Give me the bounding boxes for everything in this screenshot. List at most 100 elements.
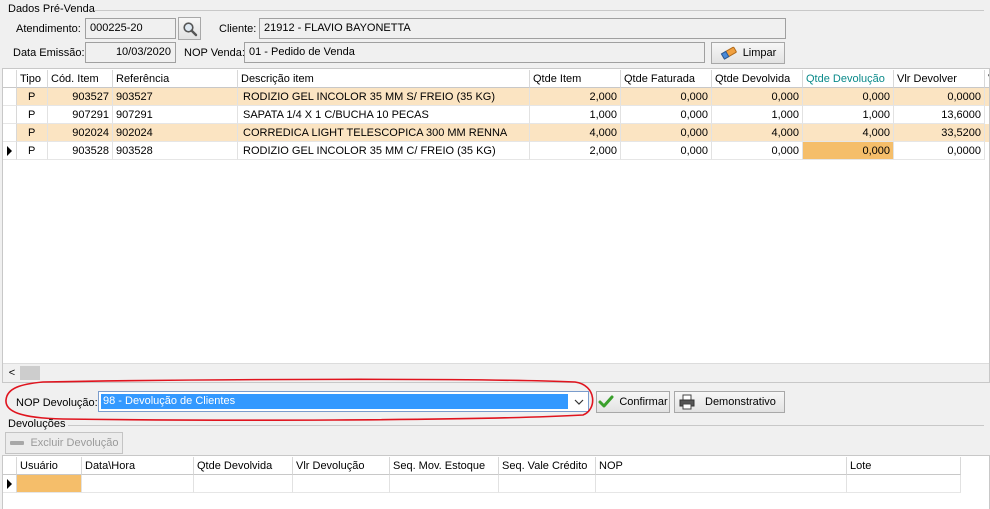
data-emissao-field[interactable]: 10/03/2020 (85, 42, 176, 63)
col-cod-item[interactable]: Cód. Item (48, 70, 113, 88)
col-qtde-devolvida[interactable]: Qtde Devolvida (194, 457, 293, 475)
cell-qtde-devolucao[interactable]: 0,000 (803, 88, 894, 106)
nop-venda-field[interactable]: 01 - Pedido de Venda (244, 42, 705, 63)
excluir-devolucao-label: Excluir Devolução (30, 437, 119, 449)
col-v[interactable]: V (985, 70, 989, 88)
search-icon (182, 21, 198, 37)
cell-qtde-devolvida[interactable]: 4,000 (712, 124, 803, 142)
row-indicator (3, 142, 17, 160)
cell-tipo[interactable]: P (17, 106, 48, 124)
table-row[interactable]: P 902024 902024 CORREDICA LIGHT TELESCOP… (3, 124, 989, 142)
cell-qtde-devolvida[interactable]: 1,000 (712, 106, 803, 124)
cliente-label: Cliente: (219, 23, 257, 35)
col-data-hora[interactable]: Data\Hora (82, 457, 194, 475)
table-row-empty[interactable] (3, 475, 989, 493)
col-descricao[interactable]: Descrição item (238, 70, 530, 88)
cell-descricao[interactable]: SAPATA 1/4 X 1 C/BUCHA 10 PECAS (238, 106, 530, 124)
col-lote[interactable]: Lote (847, 457, 961, 475)
cell-vlr-devolver[interactable]: 13,6000 (894, 106, 985, 124)
cell-qtde-faturada[interactable]: 0,000 (621, 106, 712, 124)
cell-descricao[interactable]: RODIZIO GEL INCOLOR 35 MM C/ FREIO (35 K… (238, 142, 530, 160)
limpar-label: Limpar (742, 47, 777, 59)
demonstrativo-label: Demonstrativo (705, 396, 776, 408)
data-emissao-label: Data Emissão: (13, 47, 85, 59)
cell-qtde-devolucao[interactable]: 4,000 (803, 124, 894, 142)
confirmar-button[interactable]: Confirmar (596, 391, 670, 413)
dados-group-divider (94, 10, 984, 11)
cell-lote[interactable] (847, 475, 961, 493)
cell-cod-item[interactable]: 903527 (48, 88, 113, 106)
itens-grid[interactable]: Tipo Cód. Item Referência Descrição item… (2, 68, 990, 383)
annotation-circle (5, 378, 594, 421)
cell-tipo[interactable]: P (17, 124, 48, 142)
cell-nop[interactable] (596, 475, 847, 493)
row-indicator (3, 106, 17, 124)
cell-vlr-devolver[interactable]: 0,0000 (894, 142, 985, 160)
cell-qtde-devolucao[interactable]: 1,000 (803, 106, 894, 124)
cell-cod-item[interactable]: 903528 (48, 142, 113, 160)
printer-icon (679, 394, 695, 410)
atendimento-field[interactable]: 000225-20 (85, 18, 176, 39)
atendimento-label: Atendimento: (16, 23, 81, 35)
row-indicator (3, 124, 17, 142)
cell-data-hora[interactable] (82, 475, 194, 493)
cell-cod-item[interactable]: 902024 (48, 124, 113, 142)
cliente-field[interactable]: 21912 - FLAVIO BAYONETTA (259, 18, 786, 39)
cell-qtde-devolvida[interactable] (194, 475, 293, 493)
cell-tipo[interactable]: P (17, 142, 48, 160)
cell-usuario-focused[interactable] (17, 475, 82, 493)
cell-qtde-item[interactable]: 2,000 (530, 142, 621, 160)
col-referencia[interactable]: Referência (113, 70, 238, 88)
col-qtde-faturada[interactable]: Qtde Faturada (621, 70, 712, 88)
col-seq-mov-estoque[interactable]: Seq. Mov. Estoque (390, 457, 499, 475)
col-qtde-devolucao[interactable]: Qtde Devolução (803, 70, 894, 88)
cell-vlr-devolver[interactable]: 33,5200 (894, 124, 985, 142)
cell-qtde-item[interactable]: 1,000 (530, 106, 621, 124)
current-row-arrow-icon (7, 479, 12, 489)
cell-tipo[interactable]: P (17, 88, 48, 106)
cell-descricao[interactable]: RODIZIO GEL INCOLOR 35 MM S/ FREIO (35 K… (238, 88, 530, 106)
cell-qtde-faturada[interactable]: 0,000 (621, 124, 712, 142)
current-row-arrow-icon (7, 146, 12, 156)
cell-qtde-devolvida[interactable]: 0,000 (712, 142, 803, 160)
row-indicator (3, 88, 17, 106)
cell-qtde-devolvida[interactable]: 0,000 (712, 88, 803, 106)
demonstrativo-button[interactable]: Demonstrativo (674, 391, 785, 413)
eraser-icon (720, 46, 738, 60)
devolucoes-grid[interactable]: Usuário Data\Hora Qtde Devolvida Vlr Dev… (2, 455, 990, 509)
excluir-devolucao-button[interactable]: Excluir Devolução (5, 432, 123, 454)
devolucoes-group-divider (68, 425, 984, 426)
cell-qtde-item[interactable]: 2,000 (530, 88, 621, 106)
col-qtde-devolvida[interactable]: Qtde Devolvida (712, 70, 803, 88)
table-row-current[interactable]: P 903528 903528 RODIZIO GEL INCOLOR 35 M… (3, 142, 989, 160)
col-qtde-item[interactable]: Qtde Item (530, 70, 621, 88)
cell-referencia[interactable]: 902024 (113, 124, 238, 142)
devolucoes-header-row: Usuário Data\Hora Qtde Devolvida Vlr Dev… (3, 457, 989, 475)
table-row[interactable]: P 903527 903527 RODIZIO GEL INCOLOR 35 M… (3, 88, 989, 106)
cell-referencia[interactable]: 907291 (113, 106, 238, 124)
cell-seq-mov-estoque[interactable] (390, 475, 499, 493)
search-atendimento-button[interactable] (178, 17, 201, 40)
col-nop[interactable]: NOP (596, 457, 847, 475)
cell-descricao[interactable]: CORREDICA LIGHT TELESCOPICA 300 MM RENNA (238, 124, 530, 142)
col-vlr-devolver[interactable]: Vlr Devolver (894, 70, 985, 88)
cell-cod-item[interactable]: 907291 (48, 106, 113, 124)
cell-seq-vale-credito[interactable] (499, 475, 596, 493)
cell-vlr-devolucao[interactable] (293, 475, 390, 493)
cell-referencia[interactable]: 903528 (113, 142, 238, 160)
col-vlr-devolucao[interactable]: Vlr Devolução (293, 457, 390, 475)
table-row[interactable]: P 907291 907291 SAPATA 1/4 X 1 C/BUCHA 1… (3, 106, 989, 124)
cell-qtde-devolucao-focused[interactable]: 0,000 (803, 142, 894, 160)
cell-qtde-faturada[interactable]: 0,000 (621, 142, 712, 160)
col-tipo[interactable]: Tipo (17, 70, 48, 88)
nop-venda-label: NOP Venda: (184, 47, 245, 59)
col-seq-vale-credito[interactable]: Seq. Vale Crédito (499, 457, 596, 475)
cell-qtde-item[interactable]: 4,000 (530, 124, 621, 142)
cell-vlr-devolver[interactable]: 0,0000 (894, 88, 985, 106)
devolucoes-group-title: Devoluções (8, 418, 66, 430)
col-usuario[interactable]: Usuário (17, 457, 82, 475)
itens-header-row: Tipo Cód. Item Referência Descrição item… (3, 70, 989, 88)
cell-referencia[interactable]: 903527 (113, 88, 238, 106)
limpar-button[interactable]: Limpar (711, 42, 785, 64)
cell-qtde-faturada[interactable]: 0,000 (621, 88, 712, 106)
